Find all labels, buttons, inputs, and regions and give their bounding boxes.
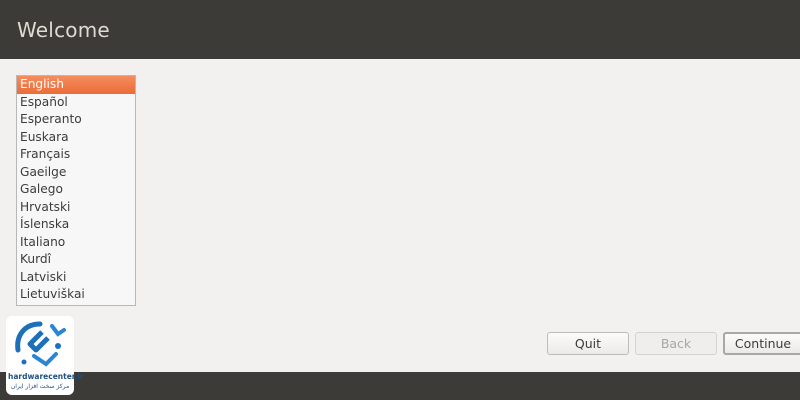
window-title: Welcome	[17, 18, 110, 42]
back-button[interactable]: Back	[635, 332, 717, 355]
language-item-francais[interactable]: Français	[17, 146, 135, 164]
watermark-brand: hardwarecenter.ir	[8, 372, 84, 381]
language-item-lietuviskai[interactable]: Lietuviškai	[17, 286, 135, 304]
language-item-esperanto[interactable]: Esperanto	[17, 111, 135, 129]
watermark-subtitle: مرکز سخت افزار ایران	[10, 383, 70, 390]
bottom-bar	[0, 372, 800, 400]
language-item-latviski[interactable]: Latviski	[17, 269, 135, 287]
title-bar: Welcome	[0, 0, 800, 59]
language-item-kurdi[interactable]: Kurdî	[17, 251, 135, 269]
language-item-italiano[interactable]: Italiano	[17, 234, 135, 252]
continue-button[interactable]: Continue	[723, 332, 800, 355]
quit-button[interactable]: Quit	[547, 332, 629, 355]
language-item-espanol[interactable]: Español	[17, 94, 135, 112]
language-list[interactable]: English Español Esperanto Euskara França…	[16, 75, 136, 306]
language-item-islenska[interactable]: Íslenska	[17, 216, 135, 234]
language-item-english[interactable]: English	[17, 76, 135, 94]
language-item-euskara[interactable]: Euskara	[17, 129, 135, 147]
watermark-logo: hardwarecenter.ir مرکز سخت افزار ایران	[6, 316, 84, 395]
circuit-logo-icon	[15, 321, 66, 367]
language-item-galego[interactable]: Galego	[17, 181, 135, 199]
language-item-hrvatski[interactable]: Hrvatski	[17, 199, 135, 217]
language-item-gaeilge[interactable]: Gaeilge	[17, 164, 135, 182]
